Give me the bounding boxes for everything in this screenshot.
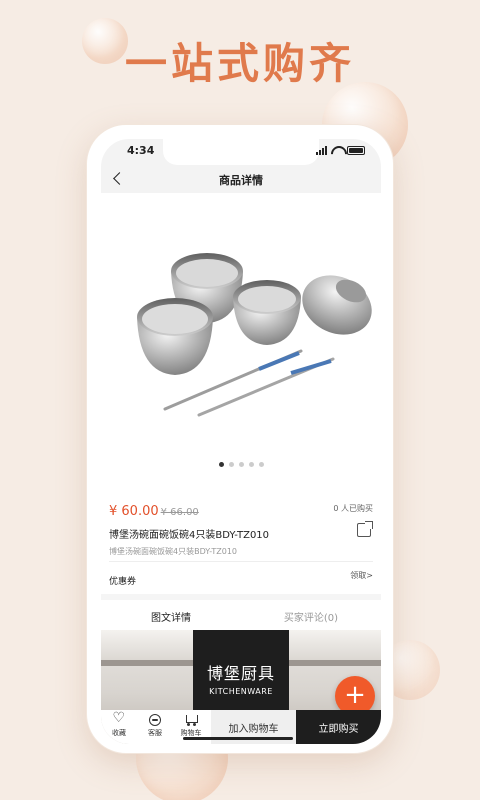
share-icon[interactable] bbox=[357, 521, 373, 537]
detail-tabs: 图文详情 买家评论(0) bbox=[101, 600, 381, 630]
status-time: 4:34 bbox=[127, 144, 155, 157]
brand-subtitle: KITCHENWARE bbox=[209, 687, 273, 696]
product-name: 博堡汤碗面碗饭碗4只装BDY-TZ010 bbox=[109, 530, 270, 541]
nav-bar: 商品详情 bbox=[101, 165, 381, 193]
customer-service-button[interactable]: 客服 bbox=[137, 710, 173, 744]
cart-icon bbox=[185, 714, 198, 726]
service-label: 客服 bbox=[148, 729, 162, 737]
brand-logo-box: 博堡厨具 KITCHENWARE bbox=[193, 630, 289, 714]
divider bbox=[109, 561, 373, 562]
phone-screen: 4:34 商品详情 ¥ 60.00 ¥ 66.00 0 人已购买 博堡汤碗面碗饭… bbox=[101, 139, 381, 744]
coupon-label: 优惠券 bbox=[109, 577, 137, 587]
carousel-dot[interactable] bbox=[218, 462, 224, 467]
price-row: ¥ 60.00 ¥ 66.00 0 人已购买 bbox=[109, 500, 373, 519]
product-subtitle: 博堡汤碗面碗饭碗4只装BDY-TZ010 bbox=[109, 547, 238, 556]
customer-service-icon bbox=[149, 714, 161, 726]
coupon-claim-link[interactable]: 领取> bbox=[350, 570, 373, 581]
carousel-dot[interactable] bbox=[238, 462, 244, 467]
tab-reviews[interactable]: 买家评论(0) bbox=[241, 600, 381, 630]
brand-name: 博堡厨具 bbox=[206, 664, 275, 683]
carousel-dot[interactable] bbox=[228, 462, 234, 467]
current-price: ¥ 60.00 bbox=[109, 504, 159, 519]
phone-frame: 4:34 商品详情 ¥ 60.00 ¥ 66.00 0 人已购买 博堡汤碗面碗饭… bbox=[86, 124, 394, 754]
phone-notch bbox=[163, 139, 319, 165]
heart-icon bbox=[113, 711, 126, 726]
buyer-count: 0 人已购买 bbox=[333, 504, 373, 513]
favorite-button[interactable]: 收藏 bbox=[101, 710, 137, 744]
cart-label: 购物车 bbox=[180, 729, 202, 737]
battery-icon bbox=[347, 146, 365, 155]
wifi-icon bbox=[331, 146, 343, 155]
coupon-row[interactable]: 优惠券 领取> bbox=[109, 569, 373, 587]
carousel-indicator bbox=[101, 462, 381, 467]
carousel-dot[interactable] bbox=[258, 462, 264, 467]
status-icons bbox=[316, 146, 365, 155]
tab-detail[interactable]: 图文详情 bbox=[101, 600, 241, 630]
product-image[interactable] bbox=[101, 193, 381, 455]
page-title: 商品详情 bbox=[219, 174, 263, 187]
original-price: ¥ 66.00 bbox=[160, 507, 199, 518]
home-indicator bbox=[183, 737, 293, 740]
carousel-dot[interactable] bbox=[248, 462, 254, 467]
status-bar: 4:34 bbox=[101, 139, 381, 165]
favorite-label: 收藏 bbox=[112, 729, 126, 737]
signal-icon bbox=[316, 146, 327, 155]
hero-title: 一站式购齐 bbox=[124, 39, 355, 88]
product-photo-bowls-chopsticks bbox=[137, 253, 372, 417]
buy-now-button[interactable]: 立即购买 bbox=[296, 710, 381, 744]
